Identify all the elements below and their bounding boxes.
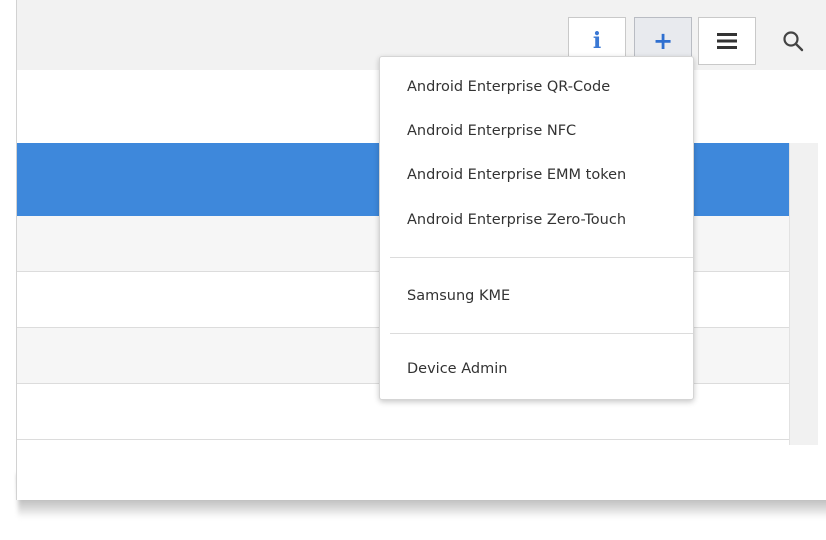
plus-icon: + bbox=[652, 27, 674, 55]
search-icon bbox=[783, 31, 804, 52]
hamburger-menu-icon bbox=[717, 33, 737, 49]
screenshot-stage: i + Android Enterprise QR-Code Android E… bbox=[0, 0, 826, 540]
menu-divider bbox=[390, 257, 693, 258]
menu-item-device-admin[interactable]: Device Admin bbox=[380, 351, 693, 387]
menu-button[interactable] bbox=[698, 17, 756, 65]
vertical-scrollbar[interactable] bbox=[789, 143, 818, 445]
menu-divider bbox=[390, 333, 693, 334]
add-device-dropdown: Android Enterprise QR-Code Android Enter… bbox=[379, 56, 694, 400]
search-button[interactable] bbox=[773, 17, 813, 65]
info-icon: i bbox=[592, 28, 602, 54]
menu-item-ae-qr-code[interactable]: Android Enterprise QR-Code bbox=[380, 69, 693, 105]
menu-item-ae-emm-token[interactable]: Android Enterprise EMM token bbox=[380, 157, 693, 193]
menu-item-ae-zero-touch[interactable]: Android Enterprise Zero-Touch bbox=[380, 202, 693, 238]
menu-item-ae-nfc[interactable]: Android Enterprise NFC bbox=[380, 113, 693, 149]
menu-item-samsung-kme[interactable]: Samsung KME bbox=[380, 278, 693, 314]
